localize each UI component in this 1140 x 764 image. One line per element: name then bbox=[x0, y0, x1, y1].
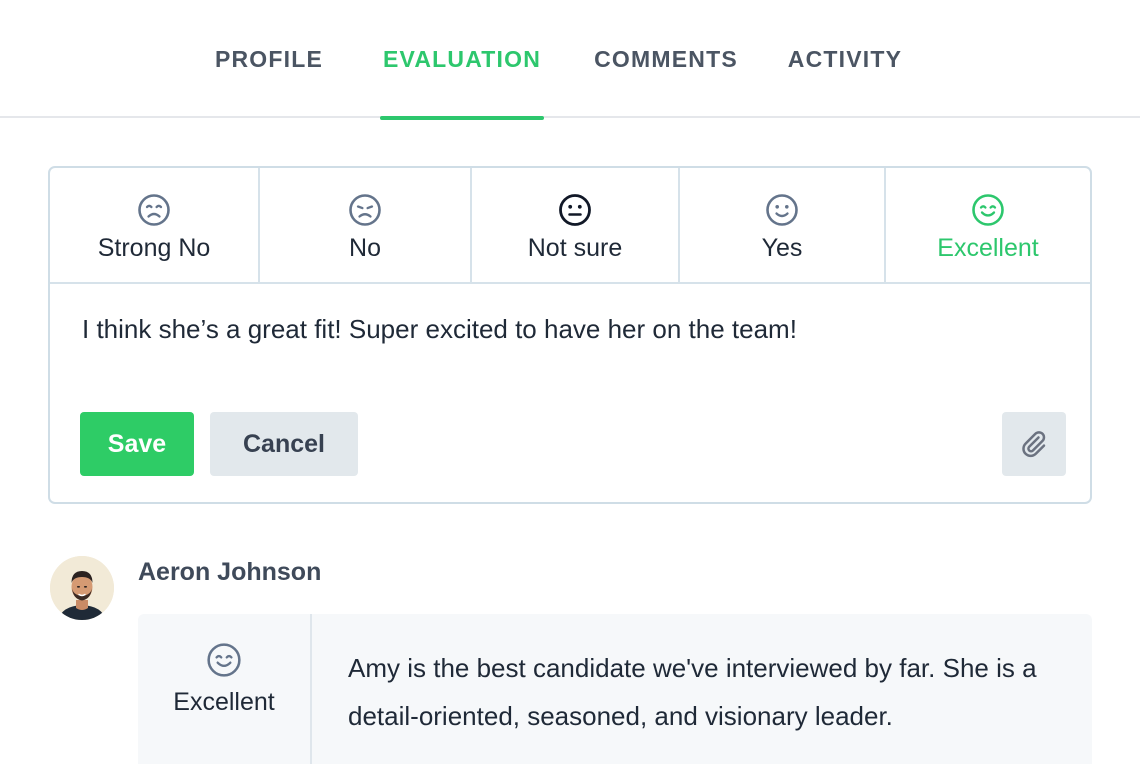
review-rating-label: Excellent bbox=[173, 688, 275, 716]
cancel-button[interactable]: Cancel bbox=[210, 412, 358, 476]
review-author: Aeron Johnson bbox=[138, 558, 322, 586]
avatar bbox=[50, 556, 114, 620]
tab-activity[interactable]: ACTIVITY bbox=[780, 0, 910, 118]
rating-label: No bbox=[349, 234, 381, 262]
rating-label: Excellent bbox=[937, 234, 1039, 262]
avatar-image bbox=[50, 556, 114, 620]
rating-excellent[interactable]: Excellent bbox=[886, 168, 1090, 282]
excellent-face-icon bbox=[207, 643, 241, 677]
rating-label: Strong No bbox=[97, 234, 211, 262]
yes-face-icon bbox=[766, 194, 798, 226]
evaluation-page: PROFILE EVALUATION COMMENTS ACTIVITY Str… bbox=[0, 0, 1140, 764]
tab-comments[interactable]: COMMENTS bbox=[584, 0, 748, 118]
excellent-face-icon bbox=[972, 194, 1004, 226]
strong-no-face-icon bbox=[138, 194, 170, 226]
rating-strong-no[interactable]: Strong No bbox=[50, 168, 260, 282]
tab-bar: PROFILE EVALUATION COMMENTS ACTIVITY bbox=[0, 0, 1140, 120]
save-button[interactable]: Save bbox=[80, 412, 194, 476]
attach-button[interactable] bbox=[1002, 412, 1066, 476]
rating-not-sure[interactable]: Not sure bbox=[472, 168, 680, 282]
comment-input[interactable]: I think she’s a great fit! Super excited… bbox=[82, 314, 1062, 345]
review-rating: Excellent bbox=[138, 614, 312, 764]
rating-no[interactable]: No bbox=[260, 168, 472, 282]
rating-yes[interactable]: Yes bbox=[680, 168, 886, 282]
neutral-face-icon bbox=[559, 194, 591, 226]
rating-label: Yes bbox=[761, 234, 803, 262]
rating-options: Strong No No Not sure Yes Excellent bbox=[50, 168, 1090, 284]
tab-profile[interactable]: PROFILE bbox=[200, 0, 338, 118]
rating-label: Not sure bbox=[527, 234, 623, 262]
tab-evaluation[interactable]: EVALUATION bbox=[380, 0, 544, 120]
evaluation-form: Strong No No Not sure Yes Excellent I th… bbox=[48, 166, 1092, 504]
no-face-icon bbox=[349, 194, 381, 226]
paperclip-icon bbox=[1022, 431, 1046, 458]
review-text: Amy is the best candidate we've intervie… bbox=[348, 653, 1037, 731]
review-card: Excellent Amy is the best candidate we'v… bbox=[138, 614, 1092, 764]
